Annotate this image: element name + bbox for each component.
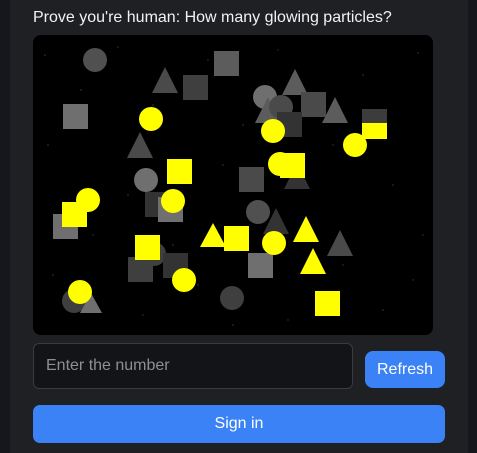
- distractor-circle: [220, 286, 244, 310]
- distractor-square: [248, 253, 273, 278]
- distractor-square: [239, 167, 264, 192]
- glowing-particle: [315, 291, 340, 316]
- refresh-button[interactable]: Refresh: [365, 351, 445, 388]
- captcha-canvas: [33, 35, 433, 335]
- distractor-square: [301, 92, 326, 117]
- glowing-particle: [262, 231, 286, 255]
- distractor-circle: [246, 200, 270, 224]
- glowing-particle: [139, 107, 163, 131]
- glowing-particle: [135, 235, 160, 260]
- glowing-particle: [172, 268, 196, 292]
- distractor-circle: [83, 48, 107, 72]
- distractor-square: [183, 75, 208, 100]
- glowing-particle: [224, 226, 249, 251]
- glowing-particle: [68, 280, 92, 304]
- glowing-particle: [161, 189, 185, 213]
- captcha-image: [33, 35, 433, 335]
- glowing-particle: [62, 202, 87, 227]
- glowing-particle: [261, 119, 285, 143]
- sign-in-button[interactable]: Sign in: [33, 405, 445, 443]
- captcha-answer-input[interactable]: [33, 343, 353, 389]
- distractor-square: [63, 104, 88, 129]
- glowing-particle: [362, 123, 387, 139]
- distractor-square: [214, 51, 239, 76]
- distractor-circle: [134, 168, 158, 192]
- glowing-particle: [167, 159, 192, 184]
- glowing-particle: [280, 153, 305, 178]
- captcha-prompt: Prove you're human: How many glowing par…: [33, 9, 392, 26]
